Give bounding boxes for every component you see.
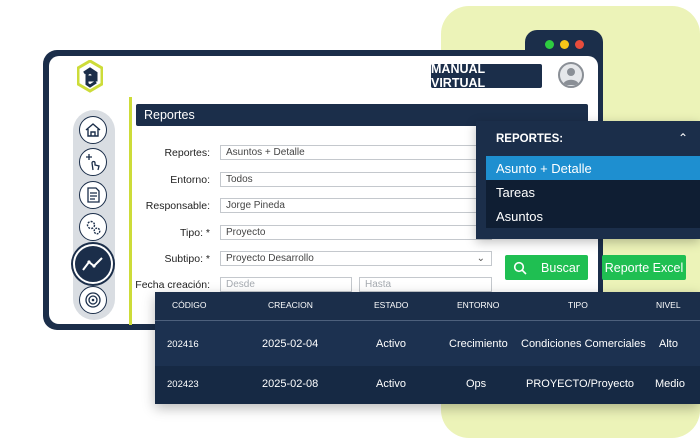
cell-codigo: 202416 [167,339,199,350]
manual-virtual-button[interactable]: MANUAL VIRTUAL [431,62,542,90]
reportes-value: Asuntos + Detalle [226,147,305,158]
subtipo-label: Subtipo: * [164,253,210,265]
search-icon [513,261,527,275]
table-header-estado: ESTADO [374,300,409,310]
responsable-label: Responsable: [145,200,210,212]
cell-entorno: Crecimiento [449,338,508,350]
cell-tipo: Condiciones Comerciales [521,338,646,350]
reporte-excel-button[interactable]: Reporte Excel [602,255,686,280]
cell-creacion: 2025-02-04 [262,338,319,350]
entorno-value: Todos [226,174,253,185]
cell-tipo: PROYECTO/Proyecto [526,378,634,390]
reportes-label: Reportes: [164,147,210,159]
fecha-desde-input[interactable]: Desde [220,277,352,292]
close-dot[interactable] [575,40,584,49]
reportes-select[interactable]: Asuntos + Detalle [220,145,492,160]
gears-icon[interactable] [79,213,107,241]
tipo-label: Tipo: * [180,227,210,239]
entorno-select[interactable]: Todos [220,172,492,187]
minimize-dot[interactable] [560,40,569,49]
fecha-label: Fecha creación: [135,279,210,291]
add-touch-icon[interactable] [79,148,107,176]
cell-codigo: 202423 [167,379,199,390]
maximize-dot[interactable] [545,40,554,49]
trend-chart-icon[interactable] [73,244,113,284]
subtipo-select[interactable]: Proyecto Desarrollo ⌄ [220,251,492,266]
responsable-value: Jorge Pineda [226,200,285,211]
chevron-down-icon: ⌄ [476,253,485,264]
table-header-entorno: ENTORNO [457,300,500,310]
chevron-up-icon[interactable]: ⌃ [678,131,688,145]
dropdown-item-tareas[interactable]: Tareas [486,180,700,204]
buscar-label: Buscar [541,260,580,275]
table-header-codigo: CÓDIGO [172,300,207,310]
dropdown-item-asunto-detalle[interactable]: Asunto + Detalle [486,156,700,180]
cell-estado: Activo [376,338,406,350]
target-icon[interactable] [79,286,107,314]
cell-estado: Activo [376,378,406,390]
document-icon[interactable] [79,181,107,209]
home-icon[interactable] [79,116,107,144]
cell-entorno: Ops [466,378,487,390]
dropdown-item-asuntos[interactable]: Asuntos [486,204,700,228]
app-logo [77,60,103,93]
buscar-button[interactable]: Buscar [505,255,588,280]
tipo-value: Proyecto [226,227,266,238]
user-avatar-icon[interactable] [558,62,584,88]
table-header-nivel: NIVEL [656,300,681,310]
tipo-select[interactable]: Proyecto [220,225,492,240]
fecha-hasta-input[interactable]: Hasta [359,277,492,292]
subtipo-value: Proyecto Desarrollo [226,253,314,264]
responsable-select[interactable]: Jorge Pineda [220,198,492,213]
cell-nivel: Alto [659,338,678,350]
table-header-creacion: CREACION [268,300,313,310]
cell-creacion: 2025-02-08 [262,378,319,390]
dropdown-title: REPORTES: [496,133,564,145]
cell-nivel: Medio [655,378,685,390]
table-header-tipo: TIPO [568,300,588,310]
entorno-label: Entorno: [170,174,210,186]
